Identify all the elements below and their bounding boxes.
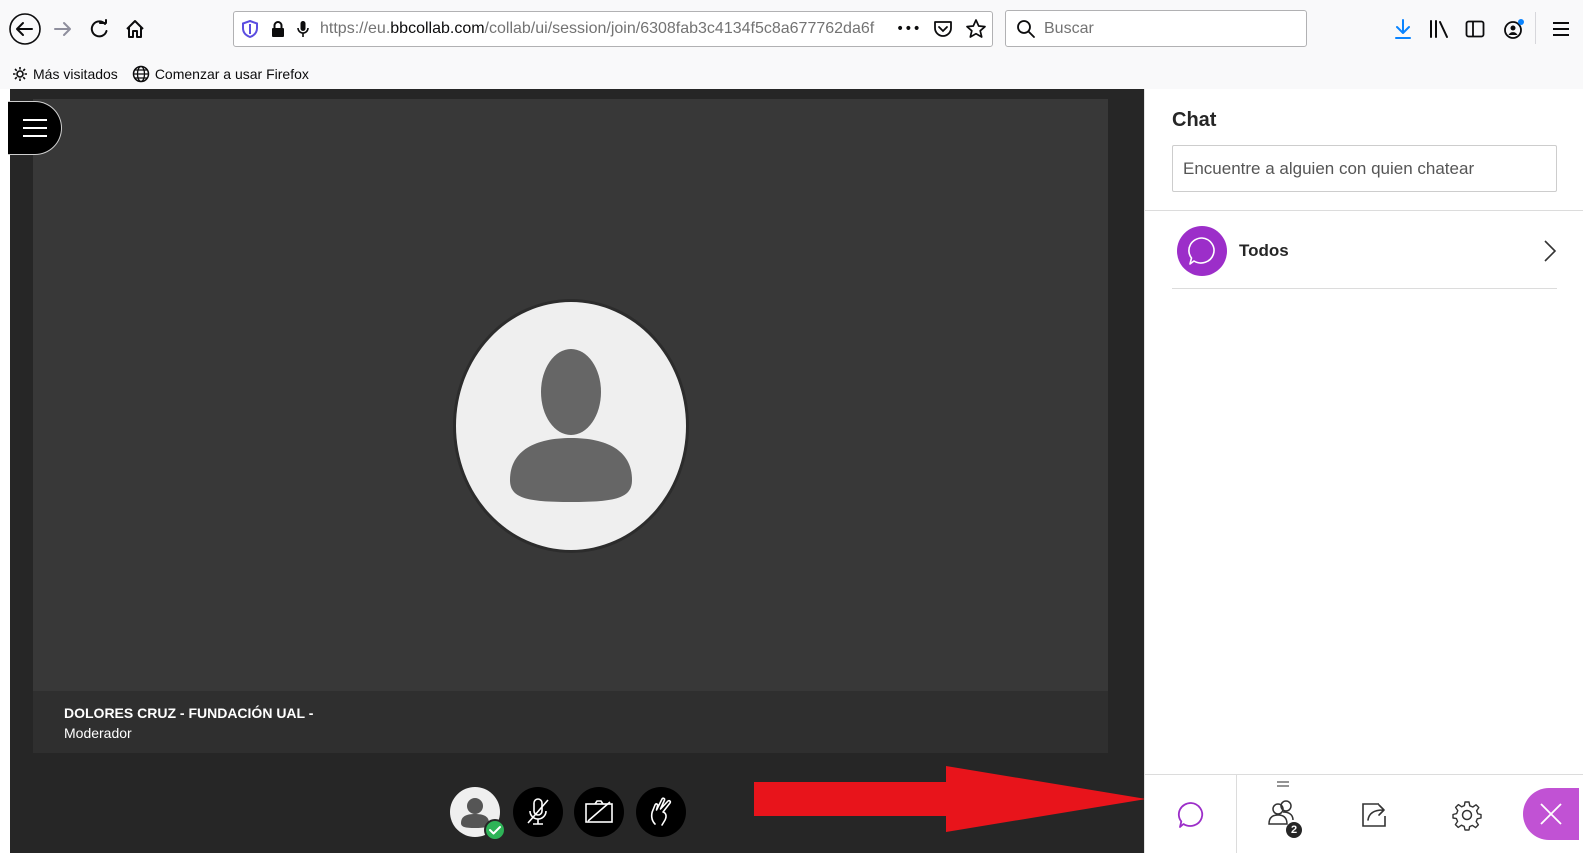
url-bar[interactable]: https://eu.bbcollab.com/collab/ui/sessio… <box>233 11 993 47</box>
annotation-arrow <box>754 766 1146 832</box>
gear-icon <box>13 66 27 81</box>
chat-channel-todos[interactable]: Todos <box>1172 213 1557 289</box>
browser-search-box[interactable]: Buscar <box>1005 10 1307 47</box>
bookmark-label: Comenzar a usar Firefox <box>154 65 309 82</box>
microphone-icon[interactable] <box>296 20 310 38</box>
chat-bubble-icon <box>1177 801 1203 828</box>
close-panel-button[interactable] <box>1523 788 1579 840</box>
bookmark-mas-visitados[interactable]: Más visitados <box>12 66 118 82</box>
close-icon <box>1540 803 1562 825</box>
channel-avatar <box>1177 225 1227 276</box>
drag-handle-icon <box>1277 781 1289 787</box>
panel-tab-bar: 2 <box>1145 774 1583 853</box>
channel-label: Todos <box>1239 240 1289 260</box>
hamburger-menu-icon <box>1553 22 1569 36</box>
tab-share-content[interactable] <box>1329 775 1421 853</box>
chat-panel: Chat Todos <box>1144 89 1583 853</box>
shield-icon[interactable] <box>242 20 258 38</box>
reload-icon <box>90 19 108 38</box>
share-icon <box>1362 802 1386 827</box>
user-silhouette-icon <box>510 349 632 502</box>
bookmark-label: Más visitados <box>33 65 118 82</box>
divider <box>1145 210 1583 211</box>
forward-button[interactable] <box>46 12 80 46</box>
participants-count-badge: 2 <box>1286 822 1302 838</box>
microphone-off-icon <box>527 798 549 825</box>
bookmarks-toolbar: Más visitados Comenzar a usar Firefox <box>0 58 1583 89</box>
chat-panel-title: Chat <box>1172 109 1217 131</box>
downloads-button[interactable] <box>1386 12 1420 46</box>
forward-arrow-icon <box>54 22 71 36</box>
chat-search-input[interactable] <box>1172 145 1557 192</box>
url-prefix: https://eu. <box>320 20 391 37</box>
browser-toolbar: https://eu.bbcollab.com/collab/ui/sessio… <box>0 0 1583 58</box>
raise-hand-button[interactable] <box>636 787 686 837</box>
search-icon <box>1017 19 1035 38</box>
my-status-button[interactable] <box>450 787 506 841</box>
sidebar-button[interactable] <box>1458 12 1492 46</box>
sidebar-icon <box>1465 20 1485 38</box>
camera-off-icon <box>585 800 613 823</box>
participants-count: 2 <box>1290 824 1298 836</box>
gear-icon <box>1452 800 1482 831</box>
toolbar-divider <box>1535 12 1536 44</box>
tab-participants[interactable]: 2 <box>1237 775 1329 853</box>
library-button[interactable] <box>1422 12 1456 46</box>
account-icon <box>1504 19 1524 39</box>
url-text[interactable]: https://eu.bbcollab.com/collab/ui/sessio… <box>320 20 890 38</box>
bookmark-star-icon[interactable] <box>965 18 987 40</box>
pocket-icon[interactable] <box>933 19 953 39</box>
bookmark-comenzar-firefox[interactable]: Comenzar a usar Firefox <box>132 65 309 83</box>
url-domain: bbcollab.com <box>390 20 485 37</box>
download-icon <box>1395 19 1411 39</box>
raise-hand-icon <box>650 797 672 826</box>
search-placeholder: Buscar <box>1044 19 1094 37</box>
page-actions-icon[interactable]: ••• <box>896 21 921 37</box>
status-check-icon <box>484 819 506 841</box>
back-button[interactable] <box>8 12 42 46</box>
camera-toggle-button[interactable] <box>574 787 624 837</box>
url-path: /collab/ui/session/join/6308fab3c4134f5c… <box>484 20 875 37</box>
globe-icon <box>132 65 150 82</box>
presenter-role: Moderador <box>64 725 132 741</box>
presenter-name: DOLORES CRUZ - FUNDACIÓN UAL - <box>64 705 314 721</box>
home-button[interactable] <box>118 12 152 46</box>
session-menu-button[interactable] <box>8 101 62 155</box>
library-icon <box>1430 20 1448 38</box>
presenter-avatar <box>453 299 689 553</box>
tab-settings[interactable] <box>1421 775 1513 853</box>
session-stage: DOLORES CRUZ - FUNDACIÓN UAL - Moderador <box>8 89 1144 853</box>
reload-button[interactable] <box>82 12 116 46</box>
home-icon <box>126 20 144 38</box>
microphone-toggle-button[interactable] <box>513 787 563 837</box>
chat-bubble-icon <box>1188 236 1215 265</box>
hamburger-menu-icon <box>22 119 47 137</box>
chevron-right-icon <box>1544 239 1557 262</box>
video-tile <box>33 99 1108 691</box>
tab-chat[interactable] <box>1145 775 1237 853</box>
lock-icon[interactable] <box>270 20 286 38</box>
account-button[interactable] <box>1497 12 1531 46</box>
presenter-name-bar: DOLORES CRUZ - FUNDACIÓN UAL - Moderador <box>33 691 1108 753</box>
app-menu-button[interactable] <box>1544 12 1578 46</box>
back-arrow-icon <box>9 13 41 45</box>
